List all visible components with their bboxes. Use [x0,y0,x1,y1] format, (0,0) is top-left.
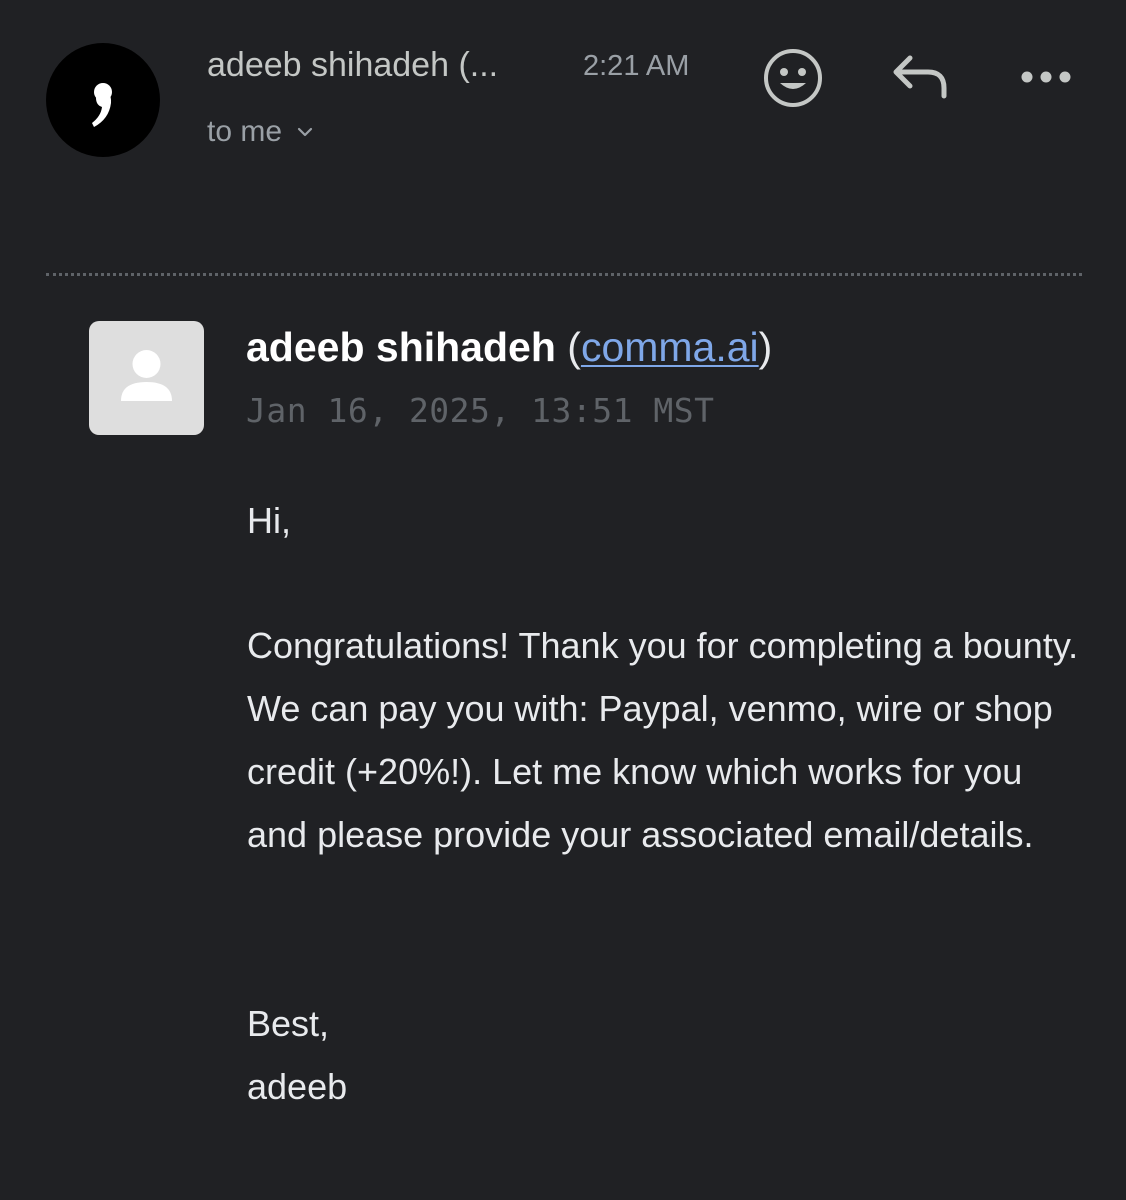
from-name: adeeb shihadeh [246,324,556,370]
reply-button[interactable] [890,52,950,102]
person-icon [121,350,172,401]
recipient-label: to me [207,115,283,148]
paren-close: ) [758,324,773,370]
recipient-toggle[interactable]: to me [207,115,314,149]
message-signature: adeeb [247,1066,348,1107]
received-time: 2:21 AM [583,50,690,82]
more-options-button[interactable] [1018,62,1074,92]
header-divider [46,273,1082,276]
email-view: adeeb shihadeh (... 2:21 AM to me adeeb … [0,0,1126,1200]
message-greeting: Hi, [247,500,291,541]
add-reaction-button[interactable] [762,47,824,109]
chevron-down-icon [297,127,313,137]
message-from: adeeb shihadeh (comma.ai) [246,324,772,371]
smiley-icon [764,49,822,107]
reply-icon [893,55,947,99]
from-domain-link[interactable]: comma.ai [581,324,759,370]
more-horizontal-icon [1021,71,1071,83]
paren-open: ( [567,324,581,370]
comma-logo-icon [92,83,112,127]
message-date: Jan 16, 2025, 13:51 MST [246,391,715,430]
sender-name-header[interactable]: adeeb shihadeh (... [207,46,498,85]
message-signoff: Best, [247,1003,330,1044]
sender-avatar[interactable] [46,43,160,157]
message-sender-avatar [89,321,204,435]
message-body: Congratulations! Thank you for completin… [247,625,1079,855]
